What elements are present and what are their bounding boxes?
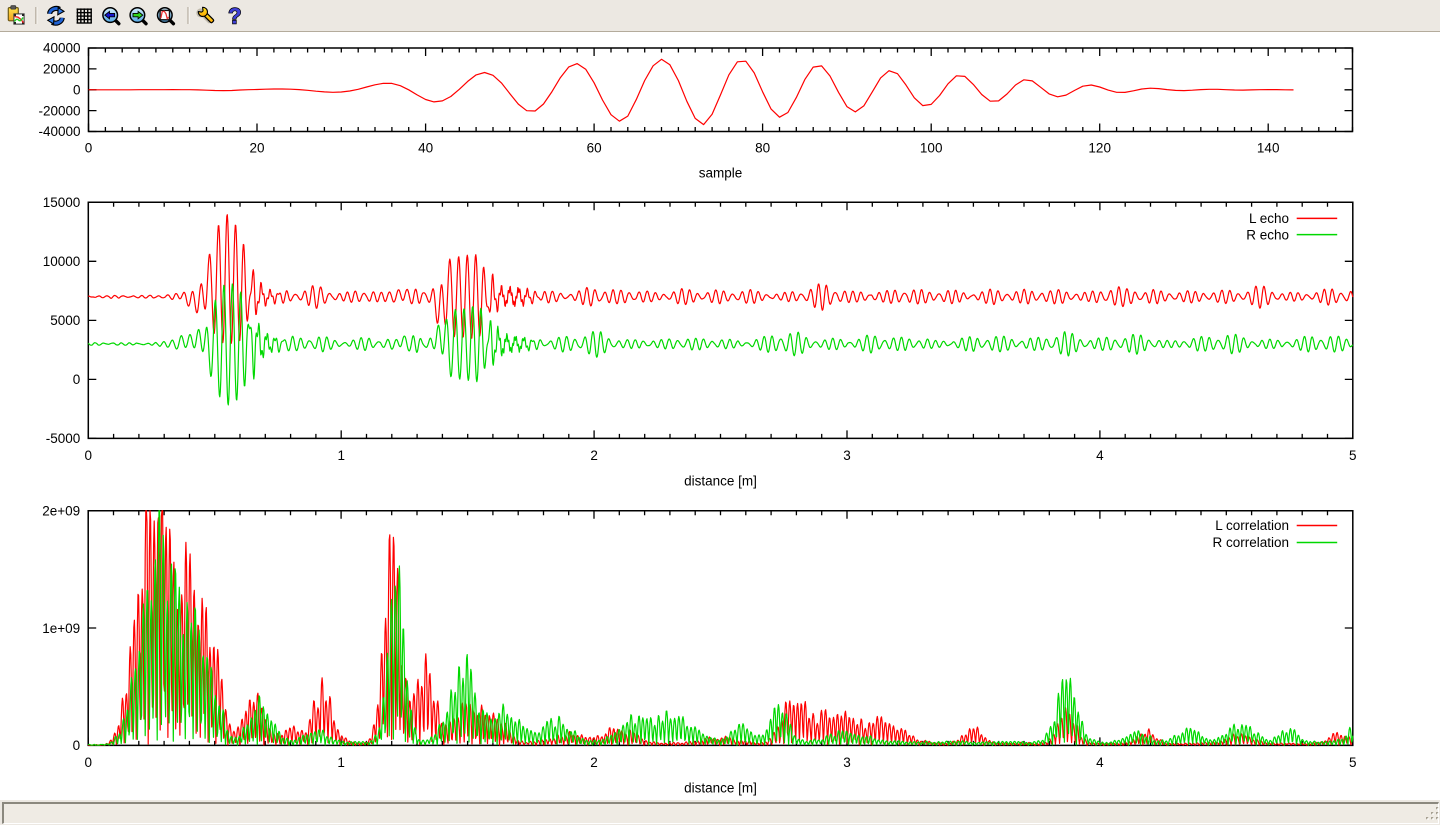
svg-text:0: 0 (73, 372, 81, 387)
svg-text:20000: 20000 (43, 62, 81, 77)
svg-text:5: 5 (1349, 448, 1357, 463)
svg-text:-40000: -40000 (38, 124, 80, 139)
svg-text:distance [m]: distance [m] (684, 781, 757, 796)
svg-text:1: 1 (337, 755, 345, 770)
svg-text:100: 100 (920, 141, 943, 156)
svg-text:R correlation: R correlation (1212, 535, 1289, 550)
svg-text:0: 0 (85, 141, 93, 156)
svg-text:2e+09: 2e+09 (42, 503, 80, 518)
svg-text:4: 4 (1096, 448, 1104, 463)
svg-text:5: 5 (1349, 755, 1357, 770)
svg-text:4: 4 (1096, 755, 1104, 770)
svg-text:120: 120 (1088, 141, 1111, 156)
svg-text:3: 3 (843, 755, 851, 770)
svg-text:140: 140 (1257, 141, 1280, 156)
svg-text:0: 0 (85, 448, 93, 463)
svg-text:0: 0 (84, 755, 92, 770)
svg-text:2: 2 (590, 448, 598, 463)
svg-text:40: 40 (418, 141, 433, 156)
svg-text:1: 1 (337, 448, 345, 463)
svg-text:sample: sample (699, 166, 743, 181)
svg-text:0: 0 (73, 738, 81, 753)
svg-text:-5000: -5000 (46, 431, 81, 446)
svg-text:5000: 5000 (50, 313, 80, 328)
svg-text:2: 2 (590, 755, 598, 770)
svg-text:L echo: L echo (1249, 211, 1289, 226)
svg-text:10000: 10000 (43, 254, 81, 269)
svg-text:15000: 15000 (43, 195, 81, 210)
svg-text:0: 0 (73, 83, 81, 98)
svg-text:?: ? (228, 4, 241, 29)
svg-text:20: 20 (249, 141, 264, 156)
svg-text:R echo: R echo (1246, 227, 1289, 242)
svg-text:80: 80 (755, 141, 770, 156)
svg-text:-20000: -20000 (38, 103, 80, 118)
svg-text:3: 3 (843, 448, 851, 463)
svg-text:60: 60 (587, 141, 602, 156)
svg-text:L correlation: L correlation (1215, 518, 1289, 533)
svg-text:1e+09: 1e+09 (42, 621, 80, 636)
svg-text:40000: 40000 (43, 41, 81, 56)
svg-text:distance [m]: distance [m] (684, 474, 757, 489)
